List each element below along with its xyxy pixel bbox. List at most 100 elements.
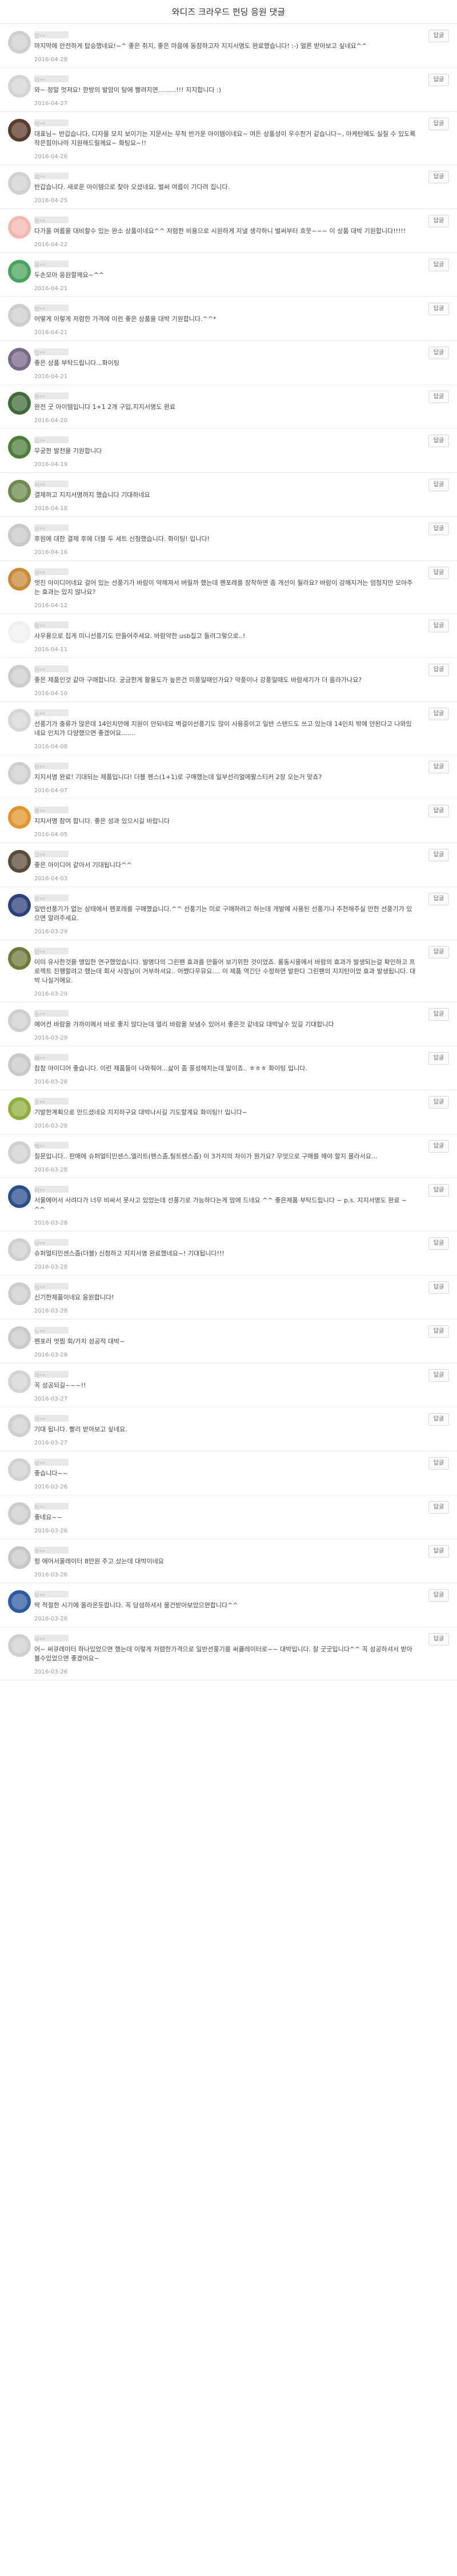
comment-item: 장** 어떻게 이렇게 저렴한 가격에 이런 좋은 상품을 대박 기원합니다.^…: [0, 297, 457, 341]
commenter-name: 장**: [34, 304, 69, 313]
avatar: [8, 304, 31, 327]
reply-button[interactable]: 답글: [428, 30, 449, 42]
comment-text: 기대 됩니다. 빨리 받아보고 싶네요.: [34, 1426, 127, 1433]
comment-text: 어떻게 이렇게 저렴한 가격에 이런 좋은 상품을 대박 기원합니다.^^*: [34, 315, 217, 323]
reply-button[interactable]: 답글: [428, 1140, 449, 1153]
reply-button[interactable]: 답글: [428, 1052, 449, 1065]
reply-button[interactable]: 답글: [428, 849, 449, 861]
avatar: [8, 348, 31, 371]
comment-item: 문** 일반선풍기가 없는 상태에서 펜포레를 구매했습니다.^^ 선풍기는 미…: [0, 887, 457, 940]
comment-item: 임** 좋은 상품 부탁드립니다...화이팅 2016-04-21 답글: [0, 341, 457, 385]
reply-button[interactable]: 답글: [428, 118, 449, 130]
commenter-name: 노**: [34, 1327, 69, 1335]
reply-button[interactable]: 답글: [428, 215, 449, 227]
reply-button[interactable]: 답글: [428, 1413, 449, 1426]
comment-item: 신** 후원에 대한 결제 후에 더블 두 세트 신청했습니다. 화이팅! 입니…: [0, 517, 457, 561]
reply-button[interactable]: 답글: [428, 1457, 449, 1470]
comment-item: 이** 와~ 정말 멋져요! 한방의 발암이 탐에 빨려지면.........!…: [0, 68, 457, 112]
reply-button[interactable]: 답글: [428, 259, 449, 271]
avatar: [8, 392, 31, 415]
comment-list: 강** 마지막에 안전하게 탑승했네요!~^ 좋은 취지, 좋은 마음에 동참하…: [0, 24, 457, 1680]
avatar: [8, 568, 31, 591]
avatar: [8, 894, 31, 917]
commenter-name: 손**: [34, 1010, 69, 1018]
comment-item: 송** 선풍기가 충류가 많은데 14인치만에 지원이 안되네요 벽걸이선풍기도…: [0, 702, 457, 755]
commenter-name: 강**: [34, 31, 69, 40]
reply-button[interactable]: 답글: [428, 1369, 449, 1382]
comment-text: 일반선풍기가 없는 상태에서 펜포레를 구매했습니다.^^ 선풍기는 미로 구매…: [34, 905, 412, 922]
avatar: [8, 806, 31, 829]
comment-date: 2016-03-28: [34, 1264, 68, 1270]
commenter-name: 전**: [34, 763, 69, 771]
comment-item: 곽** 기대 됩니다. 빨리 받아보고 싶네요. 2016-03-27 답글: [0, 1407, 457, 1451]
comment-item: 손** 에어컨 바람을 가까이에서 바로 좋지 않다는데 멀리 바람을 보냄수 …: [0, 1002, 457, 1046]
reply-button[interactable]: 답글: [428, 391, 449, 403]
comment-item: 한** 완전 굿 아이템입니다 1+1 2개 구입,지지서명도 완료 2016-…: [0, 385, 457, 429]
reply-button[interactable]: 답글: [428, 620, 449, 632]
reply-button[interactable]: 답글: [428, 893, 449, 905]
commenter-name: 한**: [34, 392, 69, 401]
reply-button[interactable]: 답글: [428, 1281, 449, 1294]
reply-button[interactable]: 답글: [428, 567, 449, 579]
commenter-name: 주**: [34, 1547, 69, 1555]
avatar: [8, 524, 31, 547]
reply-button[interactable]: 답글: [428, 479, 449, 491]
avatar: [8, 31, 31, 54]
reply-button[interactable]: 답글: [428, 1633, 449, 1646]
commenter-name: 곽**: [34, 1415, 69, 1423]
reply-button[interactable]: 답글: [428, 1589, 449, 1602]
comment-item: 오** 무궁한 발전을 기원합니다 2016-04-19 답글: [0, 429, 457, 473]
commenter-name: 백**: [34, 1142, 69, 1150]
reply-button[interactable]: 답글: [428, 1545, 449, 1558]
comment-date: 2016-04-21: [34, 286, 68, 292]
reply-button[interactable]: 답글: [428, 303, 449, 315]
reply-button[interactable]: 답글: [428, 805, 449, 817]
reply-button[interactable]: 답글: [428, 523, 449, 535]
avatar: [8, 709, 31, 732]
comment-text: 꼭 성공되길~~~!!: [34, 1382, 86, 1389]
comment-text: 에어컨 바람을 가까이에서 바로 좋지 않다는데 멀리 바람을 보냄수 있어서 …: [34, 1021, 334, 1028]
commenter-name: 심**: [34, 1283, 69, 1291]
reply-button[interactable]: 답글: [428, 74, 449, 86]
commenter-name: 안**: [34, 665, 69, 674]
reply-button[interactable]: 답글: [428, 1008, 449, 1021]
commenter-name: 서**: [34, 480, 69, 489]
comment-text: 멋진 아이디어네요 걸어 있는 선풍기가 바람이 약해져서 버릴까 했는데 펜포…: [34, 579, 413, 596]
comment-text: 질문입니다.. 판매에 슈퍼얼티민센스,엘리트(펜스좀,틸트렌스좀) 이 3가지…: [34, 1153, 378, 1160]
reply-button[interactable]: 답글: [428, 171, 449, 183]
comment-text: 두손모아 응원할께요~^^: [34, 271, 105, 279]
reply-button[interactable]: 답글: [428, 347, 449, 359]
commenter-name: 하**: [34, 1371, 69, 1379]
reply-button[interactable]: 답글: [428, 708, 449, 720]
reply-button[interactable]: 답글: [428, 946, 449, 958]
comment-text: 좋습니다~~: [34, 1470, 68, 1477]
reply-button[interactable]: 답글: [428, 435, 449, 447]
comment-text: 이미 유사한것을 맹입한 연구했었습니다. 발명다의 그린팬 효과를 만들어 보…: [34, 958, 416, 984]
reply-button[interactable]: 답글: [428, 1096, 449, 1109]
comment-item: 권** 멋진 아이디어네요 걸어 있는 선풍기가 바람이 약해져서 버릴까 했는…: [0, 561, 457, 614]
commenter-name: 신**: [34, 524, 69, 533]
comment-item: 강** 마지막에 안전하게 탑승했네요!~^ 좋은 취지, 좋은 마음에 동참하…: [0, 24, 457, 68]
commenter-name: 정**: [34, 216, 69, 225]
comment-text: 지지서명 완료! 기대되는 제품입니다! 더블 펜스(1+1)로 구매했는데 일…: [34, 773, 322, 781]
reply-button[interactable]: 답글: [428, 1501, 449, 1514]
avatar: [8, 1370, 31, 1393]
reply-button[interactable]: 답글: [428, 664, 449, 676]
commenter-name: 배**: [34, 1054, 69, 1062]
comment-text: 서울에어서 사려다가 너무 비싸서 못사고 있었는데 선풍기로 가능하다는게 맘…: [34, 1197, 407, 1213]
reply-button[interactable]: 답글: [428, 761, 449, 773]
comment-text: 후원에 대한 결제 후에 더블 두 세트 신청했습니다. 화이팅! 입니다!: [34, 535, 210, 543]
avatar: [8, 1009, 31, 1032]
reply-button[interactable]: 답글: [428, 1237, 449, 1250]
avatar: [8, 260, 31, 283]
avatar: [8, 1141, 31, 1164]
reply-button[interactable]: 답글: [428, 1325, 449, 1338]
reply-button[interactable]: 답글: [428, 1184, 449, 1197]
commenter-name: 최**: [34, 172, 69, 181]
avatar: [8, 1053, 31, 1076]
avatar: [8, 1185, 31, 1208]
commenter-name: 박**: [34, 119, 69, 128]
comment-item: 안** 좋은 제품인것 같아 구매합니다. 궁금한게 활용도가 높은건 미풍일때…: [0, 658, 457, 702]
comment-text: 좋은 아이디어 같아서 기대됩니다^^: [34, 861, 132, 869]
comment-text: 신기한제품이네요 응원합니다!: [34, 1294, 114, 1301]
